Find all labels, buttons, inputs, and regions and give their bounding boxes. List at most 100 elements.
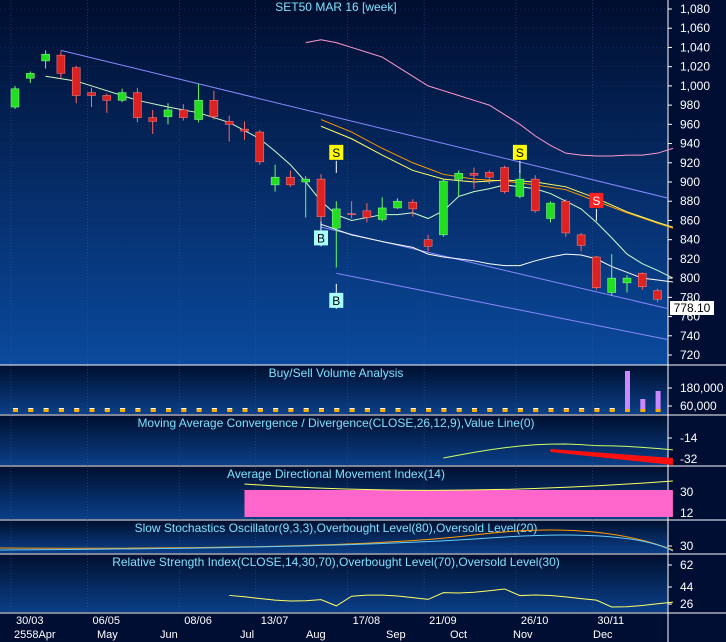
adx-area (244, 490, 673, 517)
month-label: Sep (386, 629, 406, 641)
candle-body (163, 109, 173, 117)
candle-body (377, 207, 387, 220)
month-label: Jul (240, 629, 254, 641)
candle-body (10, 88, 20, 108)
date-label: 17/08 (353, 615, 381, 627)
candle-body (439, 180, 448, 236)
candle-body (362, 210, 372, 218)
last-price-label: 778.10 (670, 301, 714, 315)
svg-text:B: B (332, 294, 340, 308)
indicator-tick-label: 62 (680, 558, 694, 572)
indicator-tick-label: 60,000 (680, 399, 717, 413)
indicator-panel-title: Average Directional Movement Index(14) (227, 467, 445, 481)
date-label: 13/07 (261, 615, 289, 627)
candle-body (546, 202, 555, 219)
candle-body (148, 117, 157, 122)
indicator-tick-label: 30 (680, 539, 694, 553)
date-label: 30/11 (597, 615, 624, 627)
price-tick-label: 840 (680, 233, 700, 247)
price-tick-label: 820 (680, 252, 700, 266)
candle-body (530, 178, 540, 212)
month-label: Oct (450, 629, 467, 641)
candle-body (255, 131, 265, 163)
price-tick-label: 1,040 (680, 40, 710, 54)
candle-body (423, 239, 433, 247)
indicator-tick-label: 30 (680, 485, 694, 499)
candle-body (561, 200, 571, 234)
month-label: Aug (306, 629, 326, 641)
indicator-tick-label: 180,000 (680, 381, 724, 395)
candle-body (393, 200, 402, 209)
candle-body (240, 128, 249, 132)
candle-body (485, 172, 494, 178)
svg-text:778.10: 778.10 (674, 301, 711, 315)
candle-body (500, 167, 509, 192)
candle-body (179, 109, 188, 118)
price-tick-label: 980 (680, 98, 700, 112)
volume-bar (625, 371, 630, 411)
indicator-panel-title: Relative Strength Index(CLOSE,14,30,70),… (112, 555, 560, 569)
candle-body (469, 173, 479, 176)
svg-text:S: S (516, 146, 524, 160)
price-tick-label: 1,020 (680, 60, 710, 74)
candle-body (622, 277, 632, 284)
month-label: 2558Apr (14, 629, 56, 641)
volume-bar (655, 391, 661, 411)
indicator-tick-label: 44 (680, 580, 694, 594)
indicator-panel-title: Slow Stochastics Oscillator(9,3,3),Overb… (135, 521, 538, 535)
date-label: 21/09 (429, 615, 457, 627)
candle-body (71, 67, 81, 96)
month-label: Jun (160, 629, 178, 641)
candle-body (592, 256, 601, 288)
indicator-panel-title: Buy/Sell Volume Analysis (269, 366, 404, 380)
candle-body (26, 73, 35, 79)
svg-text:S: S (332, 146, 340, 160)
price-tick-label: 1,000 (680, 79, 710, 93)
indicator-tick-label: 12 (680, 506, 694, 520)
candle-body (408, 201, 418, 210)
candle-body (332, 208, 341, 229)
stock-chart[interactable]: S S S B B Buy/Sell Volume Analysis 180,000 60,… (0, 0, 726, 642)
candle-body (347, 213, 356, 215)
candle-body (638, 273, 647, 288)
price-tick-label: 940 (680, 137, 700, 151)
month-label: Dec (593, 629, 613, 641)
candle-body (41, 53, 50, 62)
price-tick-label: 900 (680, 175, 700, 189)
candle-body (209, 100, 219, 117)
indicator-tick-label: 26 (680, 597, 694, 611)
candle-body (576, 234, 586, 246)
price-tick-label: 860 (680, 213, 700, 227)
month-label: Nov (513, 629, 533, 641)
candle-body (316, 178, 326, 217)
candle-body (270, 176, 280, 186)
date-label: 30/03 (16, 615, 44, 627)
date-label: 06/05 (93, 615, 121, 627)
price-tick-label: 800 (680, 271, 700, 285)
svg-text:S: S (592, 194, 600, 208)
candle-body (515, 178, 525, 197)
candle-body (653, 290, 662, 300)
month-label: May (97, 629, 118, 641)
candle-body (194, 100, 203, 120)
price-tick-label: 1,080 (680, 2, 710, 16)
price-tick-label: 920 (680, 156, 700, 170)
candle-body (301, 178, 310, 183)
indicator-panel-title: Moving Average Convergence / Divergence(… (137, 416, 534, 430)
price-tick-label: 880 (680, 194, 700, 208)
candle-body (56, 54, 66, 74)
date-label: 26/10 (521, 615, 549, 627)
svg-text:B: B (317, 231, 325, 245)
candle-body (224, 121, 234, 125)
candle-body (87, 92, 96, 96)
candle-body (133, 92, 142, 118)
indicator-tick-label: -14 (680, 431, 698, 445)
price-tick-label: 1,060 (680, 21, 710, 35)
price-tick-label: 720 (680, 348, 700, 362)
indicator-tick-label: -32 (680, 452, 698, 466)
chart-title: SET50 MAR 16 [week] (275, 0, 396, 14)
candle-body (102, 95, 112, 101)
candle-body (286, 176, 295, 186)
candle-body (454, 173, 463, 180)
candle-body (607, 277, 616, 293)
